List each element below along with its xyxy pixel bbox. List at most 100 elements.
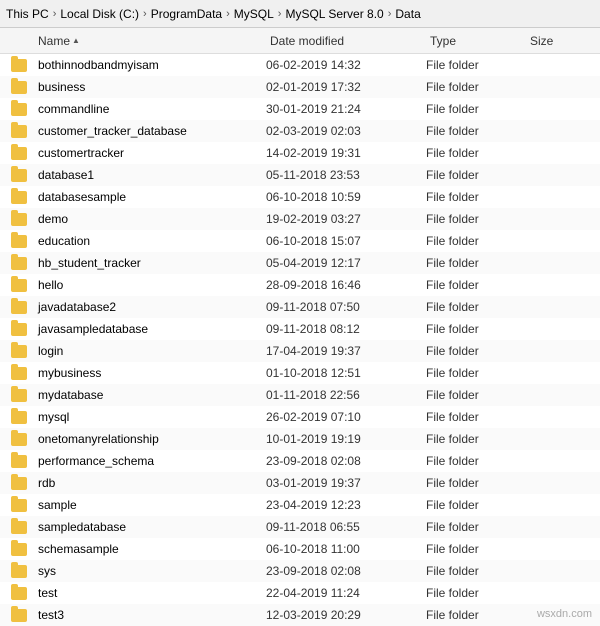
file-date: 30-01-2019 21:24 <box>266 102 426 116</box>
table-row[interactable]: mydatabase 01-11-2018 22:56 File folder <box>0 384 600 406</box>
file-name: sampledatabase <box>34 520 266 534</box>
file-date: 02-01-2019 17:32 <box>266 80 426 94</box>
file-type: File folder <box>426 124 526 138</box>
table-row[interactable]: test3 12-03-2019 20:29 File folder <box>0 604 600 626</box>
col-header-size[interactable]: Size <box>526 32 596 50</box>
sep5: › <box>388 8 392 20</box>
file-date: 06-10-2018 11:00 <box>266 542 426 556</box>
col-header-name[interactable]: Name ▲ <box>34 32 266 50</box>
folder-icon <box>11 301 27 314</box>
file-date: 09-11-2018 07:50 <box>266 300 426 314</box>
folder-icon <box>11 59 27 72</box>
file-name: schemasample <box>34 542 266 556</box>
file-date: 06-02-2019 14:32 <box>266 58 426 72</box>
file-type: File folder <box>426 168 526 182</box>
file-name: test3 <box>34 608 266 622</box>
file-name: sample <box>34 498 266 512</box>
col-header-type[interactable]: Type <box>426 32 526 50</box>
folder-icon <box>11 587 27 600</box>
file-icon-cell <box>4 191 34 204</box>
file-name: customertracker <box>34 146 266 160</box>
table-row[interactable]: rdb 03-01-2019 19:37 File folder <box>0 472 600 494</box>
folder-icon <box>11 103 27 116</box>
file-type: File folder <box>426 278 526 292</box>
folder-icon <box>11 213 27 226</box>
folder-icon <box>11 147 27 160</box>
table-row[interactable]: hb_student_tracker 05-04-2019 12:17 File… <box>0 252 600 274</box>
file-name: javadatabase2 <box>34 300 266 314</box>
breadcrumb-local-disk[interactable]: Local Disk (C:) <box>60 7 139 21</box>
table-row[interactable]: databasesample 06-10-2018 10:59 File fol… <box>0 186 600 208</box>
table-row[interactable]: commandline 30-01-2019 21:24 File folder <box>0 98 600 120</box>
file-type: File folder <box>426 520 526 534</box>
table-row[interactable]: performance_schema 23-09-2018 02:08 File… <box>0 450 600 472</box>
file-name: hb_student_tracker <box>34 256 266 270</box>
file-date: 09-11-2018 06:55 <box>266 520 426 534</box>
sep1: › <box>53 8 57 20</box>
file-icon-cell <box>4 169 34 182</box>
folder-icon <box>11 433 27 446</box>
table-row[interactable]: mysql 26-02-2019 07:10 File folder <box>0 406 600 428</box>
table-row[interactable]: onetomanyrelationship 10-01-2019 19:19 F… <box>0 428 600 450</box>
table-row[interactable]: education 06-10-2018 15:07 File folder <box>0 230 600 252</box>
file-name: commandline <box>34 102 266 116</box>
folder-icon <box>11 125 27 138</box>
file-icon-cell <box>4 367 34 380</box>
breadcrumb-data: Data <box>395 7 420 21</box>
table-row[interactable]: sample 23-04-2019 12:23 File folder <box>0 494 600 516</box>
file-name: databasesample <box>34 190 266 204</box>
breadcrumb-programdata[interactable]: ProgramData <box>151 7 222 21</box>
address-bar: This PC › Local Disk (C:) › ProgramData … <box>0 0 600 28</box>
table-row[interactable]: bothinnodbandmyisam 06-02-2019 14:32 Fil… <box>0 54 600 76</box>
file-icon-cell <box>4 147 34 160</box>
folder-icon <box>11 411 27 424</box>
file-name: mybusiness <box>34 366 266 380</box>
file-name: bothinnodbandmyisam <box>34 58 266 72</box>
folder-icon <box>11 609 27 622</box>
table-row[interactable]: login 17-04-2019 19:37 File folder <box>0 340 600 362</box>
table-row[interactable]: javadatabase2 09-11-2018 07:50 File fold… <box>0 296 600 318</box>
folder-icon <box>11 455 27 468</box>
file-date: 03-01-2019 19:37 <box>266 476 426 490</box>
breadcrumb-this-pc[interactable]: This PC <box>6 7 49 21</box>
table-row[interactable]: database1 05-11-2018 23:53 File folder <box>0 164 600 186</box>
folder-icon <box>11 521 27 534</box>
table-row[interactable]: hello 28-09-2018 16:46 File folder <box>0 274 600 296</box>
breadcrumb-mysql[interactable]: MySQL <box>234 7 274 21</box>
column-headers: Name ▲ Date modified Type Size <box>0 28 600 54</box>
folder-icon <box>11 257 27 270</box>
table-row[interactable]: test 22-04-2019 11:24 File folder <box>0 582 600 604</box>
file-type: File folder <box>426 542 526 556</box>
file-icon-cell <box>4 389 34 402</box>
table-row[interactable]: business 02-01-2019 17:32 File folder <box>0 76 600 98</box>
file-icon-cell <box>4 411 34 424</box>
file-name: onetomanyrelationship <box>34 432 266 446</box>
file-icon-cell <box>4 301 34 314</box>
sep3: › <box>226 8 230 20</box>
table-row[interactable]: sys 23-09-2018 02:08 File folder <box>0 560 600 582</box>
table-row[interactable]: sampledatabase 09-11-2018 06:55 File fol… <box>0 516 600 538</box>
file-date: 01-11-2018 22:56 <box>266 388 426 402</box>
table-row[interactable]: mybusiness 01-10-2018 12:51 File folder <box>0 362 600 384</box>
folder-icon <box>11 345 27 358</box>
file-name: education <box>34 234 266 248</box>
file-icon-cell <box>4 565 34 578</box>
file-icon-cell <box>4 477 34 490</box>
table-row[interactable]: customertracker 14-02-2019 19:31 File fo… <box>0 142 600 164</box>
file-date: 14-02-2019 19:31 <box>266 146 426 160</box>
file-date: 10-01-2019 19:19 <box>266 432 426 446</box>
table-row[interactable]: demo 19-02-2019 03:27 File folder <box>0 208 600 230</box>
breadcrumb-mysql-server[interactable]: MySQL Server 8.0 <box>285 7 383 21</box>
file-icon-cell <box>4 609 34 622</box>
table-row[interactable]: schemasample 06-10-2018 11:00 File folde… <box>0 538 600 560</box>
file-list: bothinnodbandmyisam 06-02-2019 14:32 Fil… <box>0 54 600 626</box>
folder-icon <box>11 323 27 336</box>
folder-icon <box>11 565 27 578</box>
col-name-label: Name <box>38 34 70 48</box>
file-date: 01-10-2018 12:51 <box>266 366 426 380</box>
table-row[interactable]: customer_tracker_database 02-03-2019 02:… <box>0 120 600 142</box>
table-row[interactable]: javasampledatabase 09-11-2018 08:12 File… <box>0 318 600 340</box>
file-name: mydatabase <box>34 388 266 402</box>
col-header-date[interactable]: Date modified <box>266 32 426 50</box>
file-date: 23-09-2018 02:08 <box>266 564 426 578</box>
